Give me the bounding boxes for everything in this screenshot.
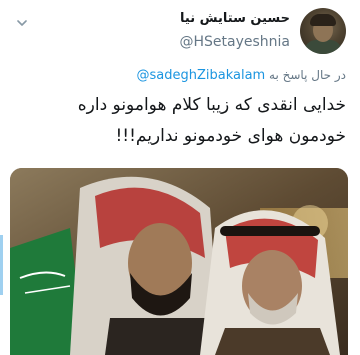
tweet-text-line: خدایی انقدی که زیبا کلام هوامونو داره [77,95,346,115]
photo-illustration [10,168,348,355]
author-display-name[interactable]: حسین ستایش نیا [180,11,290,26]
chevron-down-icon[interactable] [17,18,27,28]
replying-to-label: در حال پاسخ به [269,68,346,82]
left-accent-bar [0,235,3,295]
tweet-text: خدایی انقدی که زیبا کلام هوامونو داره خو… [16,90,346,152]
replying-to-line: در حال پاسخ به @sadeghZibakalam [0,68,346,86]
tweet-card[interactable]: حسین ستایش نیا @HSetayeshnia در حال پاسخ… [0,0,360,355]
tweet-photo[interactable] [10,168,348,355]
tweet-text-line: خودمون هوای خودمونو نداریم!!! [115,126,346,146]
avatar[interactable] [300,8,346,54]
author-handle[interactable]: @HSetayeshnia [179,34,290,50]
reply-mention-link[interactable]: @sadeghZibakalam [136,68,265,83]
